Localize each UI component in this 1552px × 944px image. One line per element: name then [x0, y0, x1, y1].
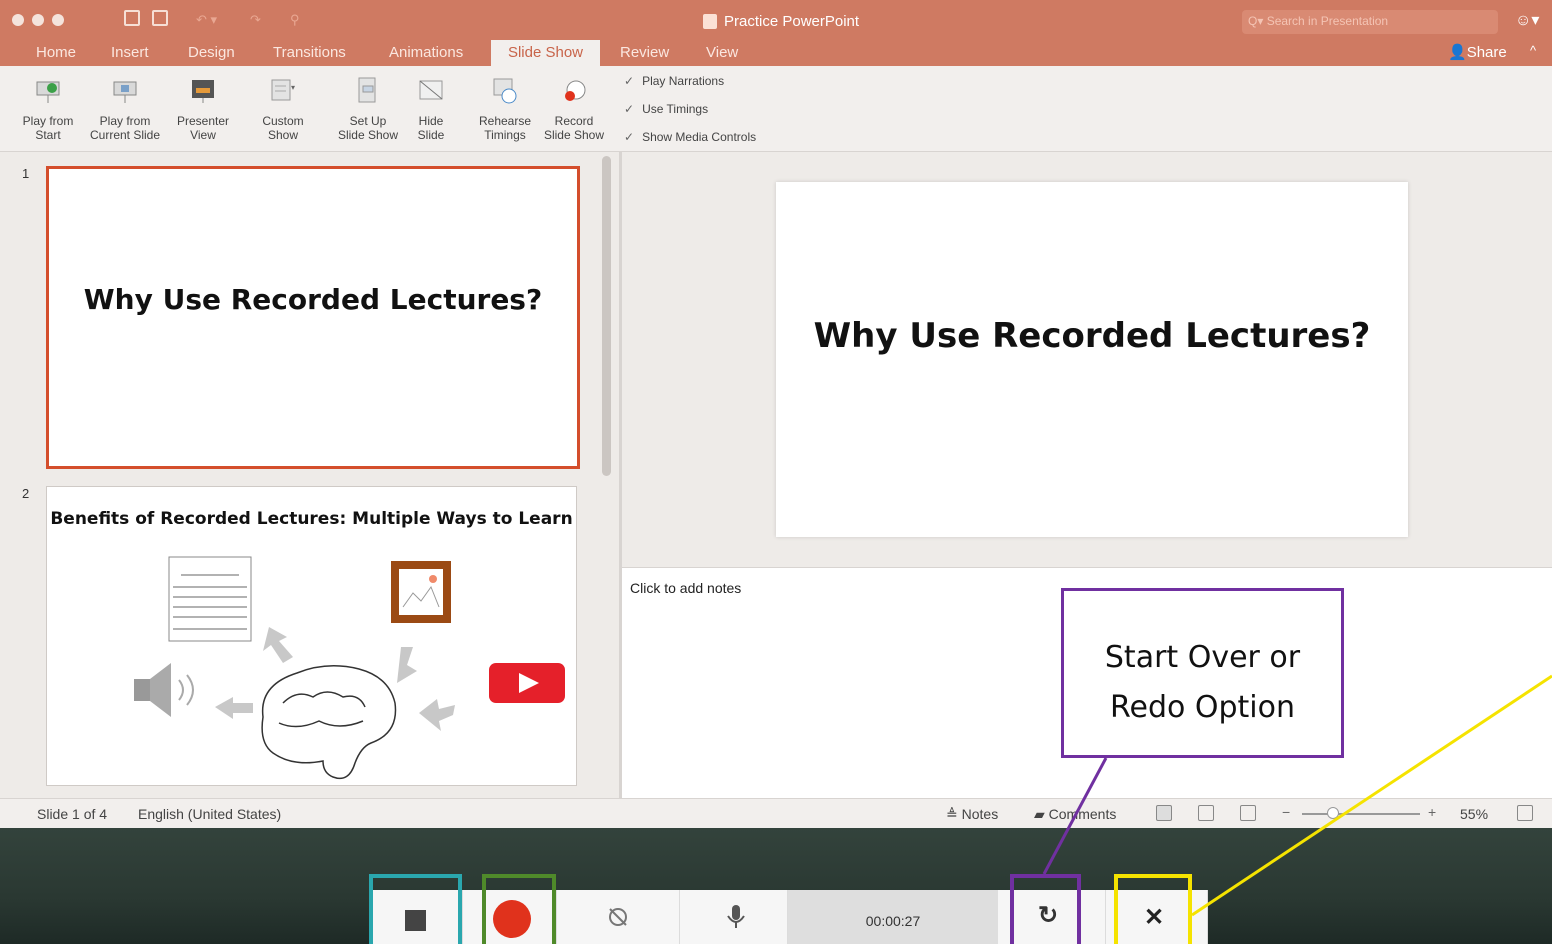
purple-connector-line: [1042, 757, 1108, 875]
start-over-callout: Start Over or Redo Option: [1061, 588, 1344, 758]
callout-line-2: Redo Option: [1109, 690, 1295, 725]
annotation-connector-lines: [1042, 674, 1552, 917]
callout-line-1: Start Over or: [1104, 640, 1301, 675]
